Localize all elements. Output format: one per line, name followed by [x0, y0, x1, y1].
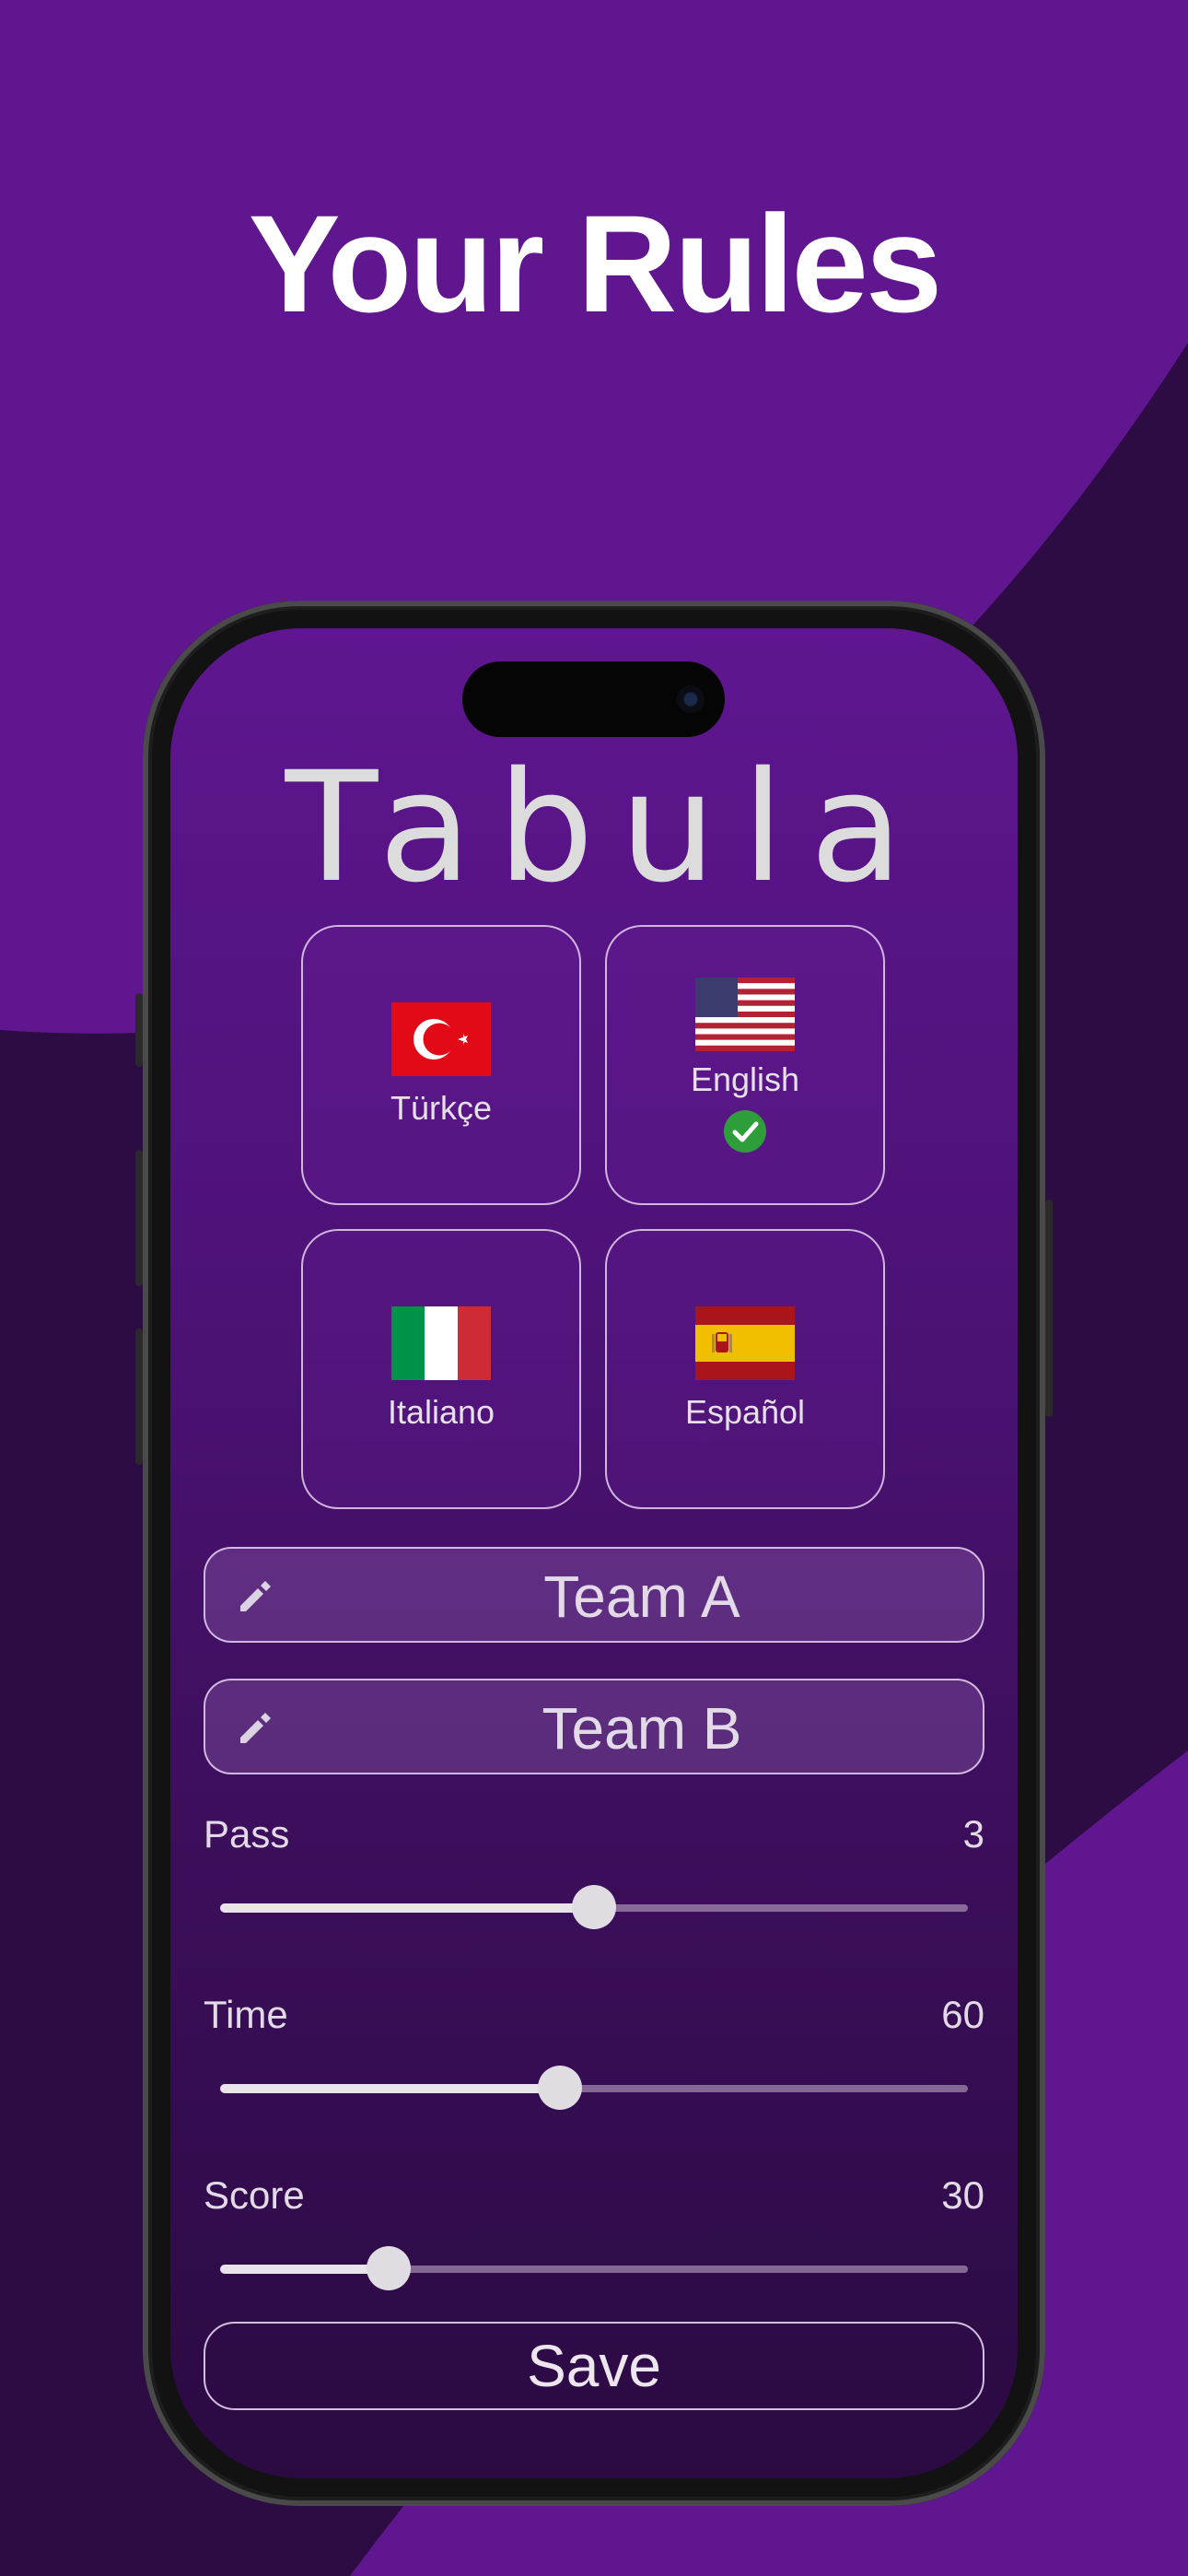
- language-option-italian[interactable]: Italiano: [301, 1229, 581, 1509]
- save-button[interactable]: Save: [204, 2322, 984, 2410]
- spain-flag-icon: [695, 1306, 795, 1380]
- phone-volume-up-button: [135, 1150, 143, 1286]
- language-label: Türkçe: [390, 1089, 493, 1127]
- language-label: Español: [684, 1393, 806, 1431]
- time-slider[interactable]: [220, 2065, 968, 2111]
- time-value: 60: [941, 1993, 984, 2036]
- language-label: Italiano: [387, 1393, 495, 1431]
- slider-fill: [220, 2265, 389, 2274]
- camera-icon: [677, 685, 705, 713]
- phone-volume-down-button: [135, 1329, 143, 1465]
- language-grid: Türkçe English Italiano Español: [301, 925, 891, 1515]
- pass-slider[interactable]: [220, 1884, 968, 1930]
- headline: Your Rules: [248, 186, 943, 341]
- pass-value: 3: [962, 1812, 984, 1856]
- score-value: 30: [941, 2173, 984, 2217]
- team-b-name-field[interactable]: Team B: [204, 1679, 984, 1774]
- score-slider[interactable]: [220, 2245, 968, 2291]
- team-name: Team A: [543, 1563, 740, 1630]
- app-title: Tabula: [285, 739, 929, 916]
- slider-thumb[interactable]: [538, 2066, 583, 2110]
- italy-flag-icon: [391, 1306, 491, 1380]
- score-label: Score: [204, 2173, 305, 2217]
- language-option-turkish[interactable]: Türkçe: [301, 925, 581, 1205]
- team-a-name-field[interactable]: Team A: [204, 1547, 984, 1643]
- us-flag-icon: [695, 978, 795, 1051]
- phone-screen: Tabula Türkçe English Italiano Español T…: [170, 628, 1018, 2478]
- phone-power-button: [1045, 1200, 1053, 1417]
- pass-label: Pass: [204, 1812, 290, 1856]
- slider-fill: [220, 1903, 594, 1913]
- time-label: Time: [204, 1993, 288, 2036]
- check-icon: [724, 1110, 766, 1153]
- language-option-spanish[interactable]: Español: [605, 1229, 885, 1509]
- slider-fill: [220, 2084, 561, 2093]
- phone-action-button: [135, 993, 143, 1067]
- dynamic-island: [462, 662, 725, 737]
- slider-thumb[interactable]: [572, 1885, 616, 1929]
- turkey-flag-icon: [391, 1002, 491, 1076]
- language-label: English: [690, 1060, 800, 1098]
- team-name: Team B: [542, 1695, 742, 1762]
- slider-thumb[interactable]: [366, 2246, 411, 2290]
- language-option-english[interactable]: English: [605, 925, 885, 1205]
